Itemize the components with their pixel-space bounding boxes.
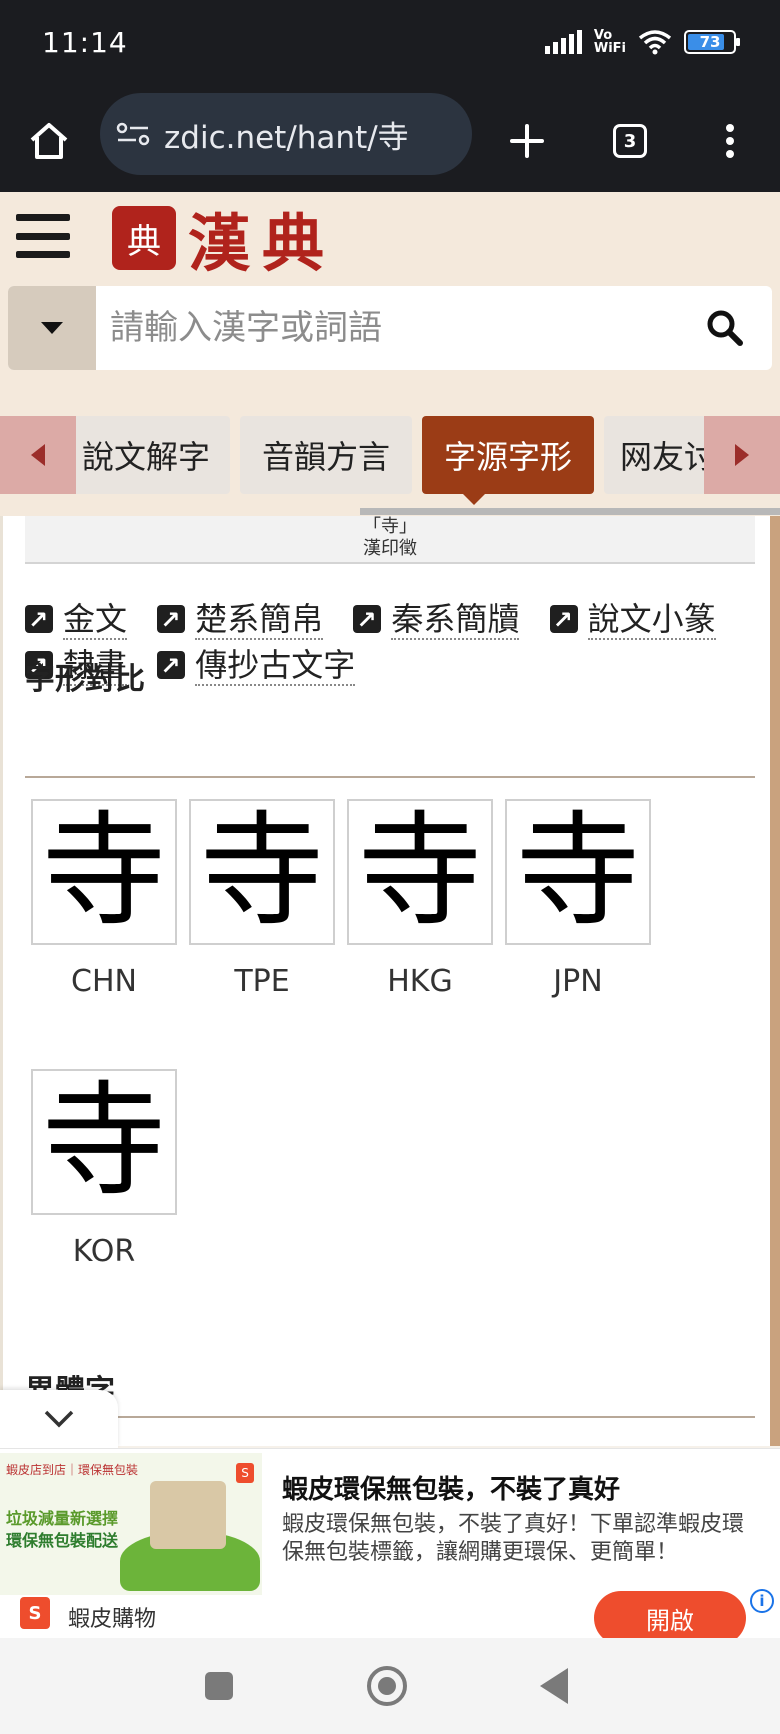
- vowifi-icon: Vo WiFi: [594, 29, 626, 55]
- glyph-card-hkg: 寺: [347, 799, 493, 945]
- vowifi-line2: WiFi: [593, 41, 626, 56]
- glyph-char: 寺: [515, 800, 640, 944]
- chevron-right-icon: [735, 444, 749, 466]
- seal-caption: 「寺」 漢印徵: [25, 516, 755, 564]
- glyph-link[interactable]: 說文小篆: [549, 597, 716, 643]
- system-nav-bar: [0, 1638, 780, 1734]
- logo-text: 漢典: [188, 207, 337, 280]
- comparison-title: 字形對比: [25, 662, 145, 697]
- address-bar[interactable]: zdic.net/hant/寺: [100, 93, 472, 175]
- shopee-bag-icon: S: [20, 1597, 50, 1629]
- external-link-icon: [353, 597, 382, 643]
- site-logo[interactable]: 典 漢典: [112, 200, 336, 280]
- glyph-char: 寺: [41, 1070, 166, 1214]
- region-label: JPN: [553, 964, 603, 999]
- tab-discussion[interactable]: 网友讨论: [604, 416, 706, 494]
- ad-description: 蝦皮環保無包裝，不裝了真好！下單認準蝦皮環保無包裝標籤，讓網購更環保、更簡單！: [282, 1512, 745, 1565]
- search-button[interactable]: [678, 286, 772, 370]
- tab-ziyuan[interactable]: 字源字形: [422, 416, 594, 494]
- glyph-link[interactable]: 楚系簡帛: [157, 597, 324, 643]
- ad-banner[interactable]: 蝦皮店到店｜環保無包裝 垃圾減量新選擇 環保無包裝配送 S 蝦皮環保無包裝，不裝…: [0, 1448, 780, 1645]
- content-panel: 「寺」 漢印徵 金文 楚系簡帛 秦系簡牘 說文小篆 隸書 傳抄古文字 字形對比 …: [0, 516, 770, 1446]
- glyph-link[interactable]: 秦系簡牘: [353, 597, 520, 643]
- glyph-char: 寺: [199, 800, 324, 944]
- search-input[interactable]: [96, 286, 678, 370]
- glyph-link[interactable]: 傳抄古文字: [157, 643, 356, 689]
- new-tab-icon[interactable]: [502, 116, 552, 166]
- external-link-icon: [157, 597, 186, 643]
- glyph-card-chn: 寺: [31, 799, 177, 945]
- home-nav-icon[interactable]: [367, 1666, 407, 1706]
- status-bar: 11:14 Vo WiFi 73: [0, 0, 780, 90]
- glyph-card-kor: 寺: [31, 1069, 177, 1215]
- battery-icon: 73: [684, 30, 740, 54]
- glyph-link[interactable]: 金文: [25, 597, 128, 643]
- status-time: 11:14: [42, 26, 128, 59]
- chevron-down-icon: [44, 1410, 74, 1428]
- search-type-dropdown[interactable]: [8, 286, 96, 370]
- region-label: CHN: [71, 964, 137, 999]
- recents-icon[interactable]: [205, 1672, 233, 1700]
- glyph-card-jpn: 寺: [505, 799, 651, 945]
- seal-caption-source: 漢印徵: [363, 538, 417, 559]
- section-divider: [25, 776, 755, 778]
- ad-image[interactable]: 蝦皮店到店｜環保無包裝 垃圾減量新選擇 環保無包裝配送 S: [0, 1453, 262, 1595]
- battery-level: 73: [699, 33, 721, 51]
- tab-scrollbar[interactable]: [360, 508, 780, 515]
- hamburger-menu-icon[interactable]: [16, 214, 70, 258]
- wifi-icon: [638, 30, 672, 55]
- tab-shuowen[interactable]: 說文解字: [62, 416, 230, 494]
- external-link-icon: [157, 643, 186, 689]
- glyph-char: 寺: [357, 800, 482, 944]
- glyph-link-label[interactable]: 傳抄古文字: [195, 646, 356, 686]
- glyph-char: 寺: [41, 800, 166, 944]
- ad-title[interactable]: 蝦皮環保無包裝，不裝了真好: [282, 1469, 620, 1506]
- back-icon[interactable]: [540, 1668, 568, 1704]
- collapse-ad-button[interactable]: [0, 1390, 118, 1448]
- site-header: 典 漢典: [0, 192, 780, 404]
- seal-caption-char: 「寺」: [363, 516, 417, 537]
- tab-count: 3: [613, 124, 647, 158]
- search-icon: [707, 310, 743, 346]
- status-icons: Vo WiFi 73: [544, 24, 740, 60]
- ad-brand: 蝦皮購物: [68, 1607, 157, 1632]
- bag-graphic: [150, 1481, 226, 1549]
- search-box: [8, 286, 772, 370]
- ad-info-icon[interactable]: i: [750, 1589, 774, 1613]
- region-label: KOR: [72, 1234, 136, 1269]
- glyph-link-label[interactable]: 楚系簡帛: [195, 600, 324, 640]
- caret-down-icon: [41, 322, 63, 334]
- tab-switcher-button[interactable]: 3: [605, 116, 655, 166]
- shopee-logo-icon: S: [236, 1463, 254, 1483]
- external-link-icon: [549, 597, 578, 643]
- url-text: zdic.net/hant/寺: [164, 119, 409, 156]
- tab-scroll-left-button[interactable]: [0, 416, 76, 494]
- glyph-link-label[interactable]: 秦系簡牘: [391, 600, 520, 640]
- glyph-card-tpe: 寺: [189, 799, 335, 945]
- external-link-icon: [25, 597, 53, 643]
- tab-scroll-right-button[interactable]: [704, 416, 780, 494]
- ad-image-line1: 垃圾減量新選擇: [6, 1509, 119, 1528]
- region-label: TPE: [234, 964, 290, 999]
- more-menu-icon[interactable]: [705, 116, 755, 166]
- ad-image-line2: 環保無包裝配送: [6, 1531, 119, 1550]
- chevron-left-icon: [31, 444, 45, 466]
- logo-seal: 典: [112, 206, 176, 270]
- section-tabs: 說文解字 音韻方言 字源字形 网友讨论: [0, 404, 780, 516]
- glyph-link-label[interactable]: 金文: [63, 600, 128, 640]
- glyph-link-label[interactable]: 說文小篆: [587, 600, 716, 640]
- home-icon[interactable]: [24, 116, 74, 166]
- signal-icon: [544, 30, 582, 54]
- section-divider: [25, 1416, 755, 1418]
- page-edge: [770, 516, 780, 1446]
- site-settings-icon[interactable]: [116, 121, 150, 147]
- ad-open-button[interactable]: 開啟: [594, 1591, 746, 1645]
- ad-image-tag: 蝦皮店到店｜環保無包裝: [6, 1463, 139, 1477]
- tab-yinyun[interactable]: 音韻方言: [240, 416, 412, 494]
- active-tab-caret: [463, 494, 485, 505]
- region-label: HKG: [387, 964, 453, 999]
